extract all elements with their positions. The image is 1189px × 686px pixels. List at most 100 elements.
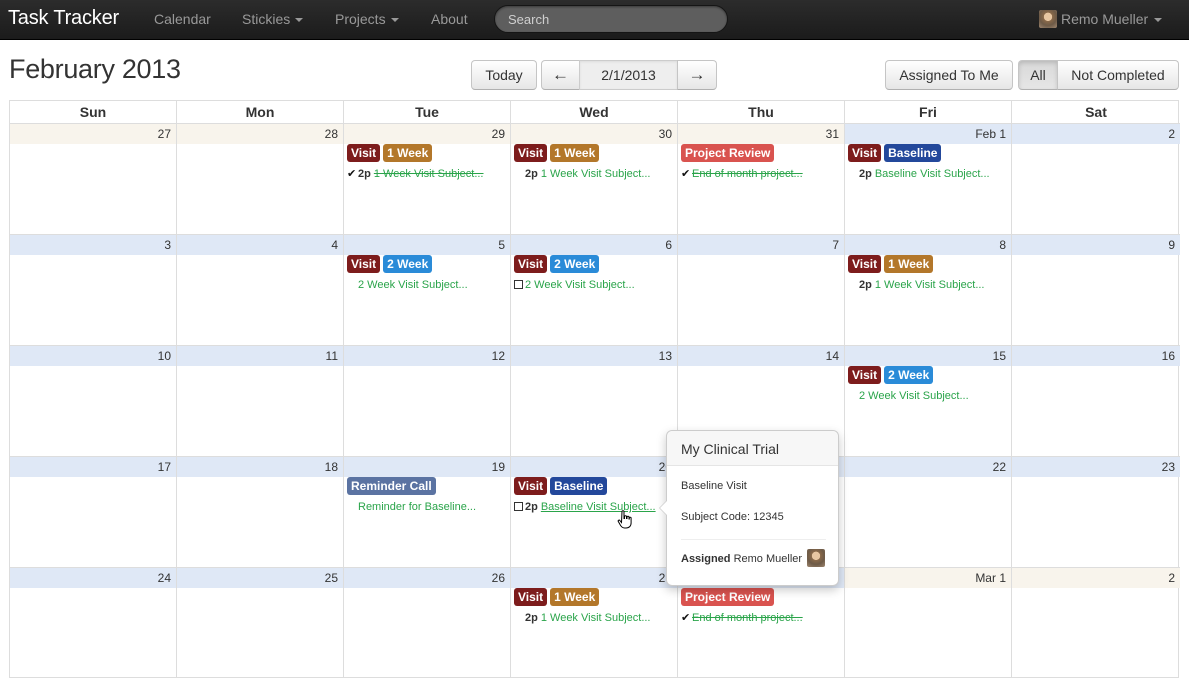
event-tag[interactable]: Project Review bbox=[681, 144, 775, 162]
day-cell[interactable]: 18 bbox=[177, 456, 344, 567]
event-tag[interactable]: Baseline bbox=[884, 144, 942, 162]
event-link[interactable]: 2 Week Visit Subject... bbox=[358, 279, 468, 291]
checkbox[interactable] bbox=[514, 502, 523, 511]
event-tag[interactable]: 1 Week bbox=[383, 144, 433, 162]
date-field[interactable]: 2/1/2013 bbox=[579, 60, 678, 90]
event-time: 2p bbox=[525, 501, 538, 513]
event-item[interactable]: ✔ 2p 1 Week Visit Subject... bbox=[347, 166, 484, 182]
event-item[interactable]: 2 Week Visit Subject... bbox=[848, 388, 969, 404]
event-link[interactable]: 1 Week Visit Subject... bbox=[541, 612, 651, 624]
brand-logo[interactable]: Task Tracker bbox=[8, 7, 119, 30]
day-cell[interactable]: 31 Project Review ✔ End of month project... bbox=[678, 123, 845, 234]
event-tag[interactable]: Visit bbox=[514, 255, 548, 273]
event-tag[interactable]: Visit bbox=[848, 144, 882, 162]
checkbox[interactable] bbox=[514, 280, 523, 289]
user-menu[interactable]: Remo Mueller bbox=[1039, 10, 1163, 28]
day-cell[interactable]: 23 bbox=[1012, 456, 1180, 567]
event-link[interactable]: 1 Week Visit Subject... bbox=[875, 279, 985, 291]
event-link[interactable]: 2 Week Visit Subject... bbox=[525, 279, 635, 291]
event-link[interactable]: End of month project... bbox=[692, 612, 803, 624]
event-link[interactable]: End of month project... bbox=[692, 168, 803, 180]
day-cell[interactable]: Mar 1 bbox=[845, 567, 1012, 678]
event-tag[interactable]: Visit bbox=[514, 144, 548, 162]
checkmark-icon[interactable]: ✔ bbox=[681, 166, 691, 182]
prev-month-button[interactable]: ← bbox=[541, 60, 580, 90]
event-item[interactable]: 2 Week Visit Subject... bbox=[514, 277, 635, 293]
event-time: 2p bbox=[358, 168, 371, 180]
day-cell[interactable]: 13 bbox=[511, 345, 678, 456]
next-month-button[interactable]: → bbox=[677, 60, 717, 90]
day-cell[interactable]: 4 bbox=[177, 234, 344, 345]
event-link[interactable]: Baseline Visit Subject... bbox=[541, 501, 656, 513]
nav-about[interactable]: About bbox=[431, 11, 468, 27]
day-cell[interactable]: 27Visit1 Week 2p1 Week Visit Subject... bbox=[511, 567, 678, 678]
day-number: 17 bbox=[10, 457, 176, 477]
day-cell[interactable]: 26 bbox=[344, 567, 511, 678]
day-cell[interactable]: 24 bbox=[10, 567, 177, 678]
day-cell[interactable]: 9 bbox=[1012, 234, 1180, 345]
day-cell[interactable]: 10 bbox=[10, 345, 177, 456]
checkmark-icon[interactable]: ✔ bbox=[347, 166, 357, 182]
event-item[interactable]: 2p Baseline Visit Subject... bbox=[848, 166, 990, 182]
event-tag[interactable]: Visit bbox=[514, 477, 548, 495]
nav-calendar[interactable]: Calendar bbox=[154, 11, 211, 27]
nav-stickies[interactable]: Stickies bbox=[242, 11, 304, 27]
day-cell[interactable]: 30 Visit 1 Week 2p 1 Week Visit Subject... bbox=[511, 123, 678, 234]
day-cell[interactable]: 2 bbox=[1012, 567, 1180, 678]
event-tag[interactable]: Reminder Call bbox=[347, 477, 436, 495]
event-tag[interactable]: Visit bbox=[347, 144, 381, 162]
event-link[interactable]: 1 Week Visit Subject... bbox=[541, 168, 651, 180]
event-tag[interactable]: Visit bbox=[848, 366, 882, 384]
day-cell[interactable]: 15 Visit 2 Week 2 Week Visit Subject... bbox=[845, 345, 1012, 456]
event-item[interactable]: 2p Baseline Visit Subject... bbox=[514, 499, 656, 515]
day-cell[interactable]: 19 Reminder Call Reminder for Baseline... bbox=[344, 456, 511, 567]
day-cell[interactable]: 5 Visit 2 Week 2 Week Visit Subject... bbox=[344, 234, 511, 345]
event-item[interactable]: 2 Week Visit Subject... bbox=[347, 277, 468, 293]
event-tag[interactable]: 2 Week bbox=[550, 255, 600, 273]
event-link[interactable]: 1 Week Visit Subject... bbox=[374, 168, 484, 180]
search-input[interactable] bbox=[495, 6, 727, 32]
event-item[interactable]: 2p 1 Week Visit Subject... bbox=[514, 166, 651, 182]
day-number: 18 bbox=[177, 457, 343, 477]
nav-projects[interactable]: Projects bbox=[335, 11, 399, 27]
day-cell[interactable]: 16 bbox=[1012, 345, 1180, 456]
event-item[interactable]: 2p 1 Week Visit Subject... bbox=[848, 277, 985, 293]
event-tag[interactable]: Project Review bbox=[681, 588, 775, 606]
event-tag[interactable]: 1 Week bbox=[550, 588, 600, 606]
event-tag[interactable]: Baseline bbox=[550, 477, 608, 495]
day-cell[interactable]: 17 bbox=[10, 456, 177, 567]
event-link[interactable]: Baseline Visit Subject... bbox=[875, 168, 990, 180]
event-tag[interactable]: 2 Week bbox=[383, 255, 433, 273]
event-item[interactable]: Reminder for Baseline... bbox=[347, 499, 476, 515]
event-tag[interactable]: Visit bbox=[347, 255, 381, 273]
today-button[interactable]: Today bbox=[471, 60, 537, 90]
event-tag[interactable]: 2 Week bbox=[884, 366, 934, 384]
event-tag[interactable]: Visit bbox=[514, 588, 548, 606]
event-tag[interactable]: 1 Week bbox=[550, 144, 600, 162]
day-cell[interactable]: Feb 1 Visit Baseline 2p Baseline Visit Subje… bbox=[845, 123, 1012, 234]
day-cell[interactable]: 7 bbox=[678, 234, 845, 345]
day-cell[interactable]: 28 bbox=[177, 123, 344, 234]
day-cell[interactable]: 6 Visit 2 Week 2 Week Visit Subject... bbox=[511, 234, 678, 345]
event-link[interactable]: 2 Week Visit Subject... bbox=[859, 390, 969, 402]
event-item[interactable]: ✔ End of month project... bbox=[681, 166, 803, 182]
filter-not-completed-button[interactable]: Not Completed bbox=[1057, 60, 1179, 90]
event-tag[interactable]: Visit bbox=[848, 255, 882, 273]
day-cell[interactable]: 8 Visit 1 Week 2p 1 Week Visit Subject... bbox=[845, 234, 1012, 345]
event-link[interactable]: Reminder for Baseline... bbox=[358, 501, 476, 513]
filter-all-button[interactable]: All bbox=[1018, 60, 1058, 90]
event-item[interactable]: 2p 1 Week Visit Subject... bbox=[514, 610, 651, 626]
day-cell[interactable]: 22 bbox=[845, 456, 1012, 567]
assigned-to-me-button[interactable]: Assigned To Me bbox=[885, 60, 1013, 90]
day-cell[interactable]: 29 Visit 1 Week ✔ 2p 1 Week Visit Subject... bbox=[344, 123, 511, 234]
day-cell[interactable]: 25 bbox=[177, 567, 344, 678]
event-tag[interactable]: 1 Week bbox=[884, 255, 934, 273]
day-cell[interactable]: 20VisitBaseline 2pBaseline Visit Subject.… bbox=[511, 456, 678, 567]
day-cell[interactable]: 3 bbox=[10, 234, 177, 345]
checkmark-icon[interactable]: ✔ bbox=[681, 610, 691, 626]
day-cell[interactable]: 27 bbox=[10, 123, 177, 234]
day-cell[interactable]: 12 bbox=[344, 345, 511, 456]
day-cell[interactable]: 2 bbox=[1012, 123, 1180, 234]
day-cell[interactable]: 11 bbox=[177, 345, 344, 456]
event-item[interactable]: ✔ End of month project... bbox=[681, 610, 803, 626]
